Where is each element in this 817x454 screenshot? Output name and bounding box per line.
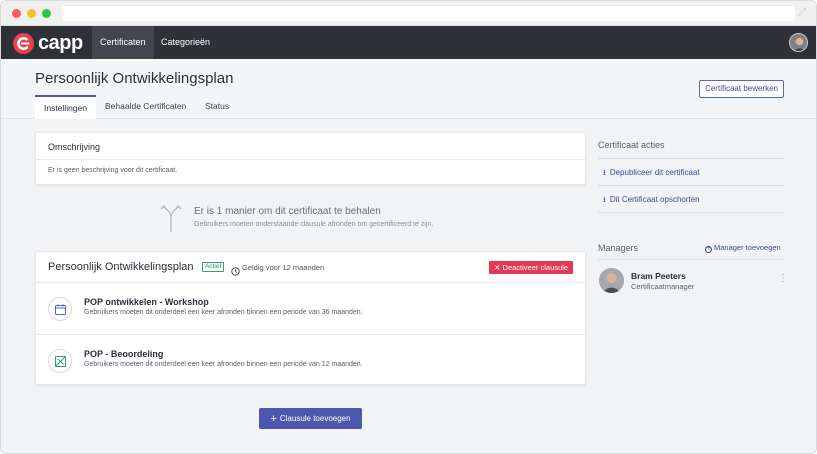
add-manager-link[interactable]: + Manager toevoegen — [705, 243, 781, 253]
divider — [36, 159, 585, 160]
arrow-down-icon: ⭳ — [603, 195, 606, 204]
manager-name: Bram Peeters — [631, 271, 686, 281]
managers-heading: Managers — [598, 243, 639, 253]
logo-mark-icon — [13, 32, 34, 54]
page-header: Persoonlijk Ontwikkelingsplan Certificaa… — [1, 59, 816, 119]
clause-item-title: POP ontwikkelen - Workshop — [84, 297, 209, 307]
manager-avatar — [599, 268, 624, 293]
calendar-icon — [48, 297, 72, 321]
clause-item-subtitle: Gebruikers moeten dit onderdeel een keer… — [84, 309, 363, 316]
deactivate-clause-button[interactable]: ✕ Deactiveer clausule — [489, 261, 573, 274]
tab-instellingen[interactable]: Instellingen — [35, 95, 96, 119]
nav-item-certificaten[interactable]: Certificaten — [92, 26, 154, 59]
clause-item-subtitle: Gebruikers moeten dit onderdeel een keer… — [84, 361, 363, 368]
divider — [598, 212, 785, 213]
close-icon: ✕ — [494, 263, 503, 272]
tab-status[interactable]: Status — [205, 95, 229, 119]
close-window-button[interactable] — [12, 9, 21, 18]
app-logo[interactable]: capp — [13, 31, 83, 55]
address-bar[interactable] — [62, 6, 795, 21]
manager-role: Certificaatmanager — [631, 282, 695, 291]
logo-text: capp — [38, 32, 83, 54]
add-manager-label: Manager toevoegen — [714, 243, 781, 252]
minimize-window-button[interactable] — [27, 9, 36, 18]
clause-card: Persoonlijk Ontwikkelingsplan Actief Gel… — [35, 251, 586, 385]
description-card: Omschrijving Er is geen beschrijving voo… — [35, 132, 586, 185]
clock-icon — [231, 263, 240, 276]
arrow-down-icon: ⭳ — [603, 168, 606, 177]
actions-heading: Certificaat acties — [598, 140, 665, 150]
add-clause-button[interactable]: + Clausule toevoegen — [259, 408, 362, 429]
suspend-link[interactable]: ⭳ Dit Certificaat opschorten — [603, 194, 700, 208]
plus-circle-icon: + — [705, 246, 712, 253]
browser-chrome: ⤢ — [1, 1, 816, 26]
browser-window: ⤢ capp Certificaten Categorieën Persoonl… — [0, 0, 817, 454]
add-clause-label: Clausule toevoegen — [279, 414, 351, 423]
unpublish-label: Depubliceer dit certificaat — [609, 168, 700, 177]
unpublish-link[interactable]: ⭳ Depubliceer dit certificaat — [603, 167, 700, 181]
nav-item-categorieen[interactable]: Categorieën — [153, 26, 218, 59]
assessment-icon — [48, 349, 72, 373]
description-title: Omschrijving — [48, 142, 101, 152]
deactivate-label: Deactiveer clausule — [502, 263, 568, 272]
clause-title: Persoonlijk Ontwikkelingsplan — [48, 261, 194, 273]
plus-icon: + — [270, 413, 277, 425]
description-text: Er is geen beschrijving voor dit certifi… — [48, 167, 178, 174]
divider — [36, 282, 585, 283]
top-navigation: capp Certificaten Categorieën — [1, 26, 816, 59]
suspend-label: Dit Certificaat opschorten — [609, 195, 700, 204]
user-avatar[interactable] — [789, 33, 808, 52]
ways-subtitle: Gebruikers moeten onderstaande clausule … — [194, 221, 434, 228]
divider — [598, 185, 785, 186]
maximize-window-button[interactable] — [42, 9, 51, 18]
tab-behaalde-certificaten[interactable]: Behaalde Certificaten — [105, 95, 186, 119]
divider — [598, 158, 785, 159]
validity-text: Geldig voor 12 maanden — [242, 263, 325, 272]
divider — [36, 334, 585, 335]
more-options-icon[interactable]: ⋮ — [778, 274, 788, 284]
ways-title: Er is 1 manier om dit certificaat te beh… — [194, 206, 381, 217]
clause-item-title: POP - Beoordeling — [84, 349, 164, 359]
split-path-icon — [158, 201, 184, 233]
fullscreen-icon[interactable]: ⤢ — [796, 7, 808, 19]
divider — [598, 259, 785, 260]
page-title: Persoonlijk Ontwikkelingsplan — [35, 70, 234, 87]
edit-certificate-button[interactable]: Certificaat bewerken — [699, 80, 784, 98]
status-badge: Actief — [202, 262, 225, 272]
